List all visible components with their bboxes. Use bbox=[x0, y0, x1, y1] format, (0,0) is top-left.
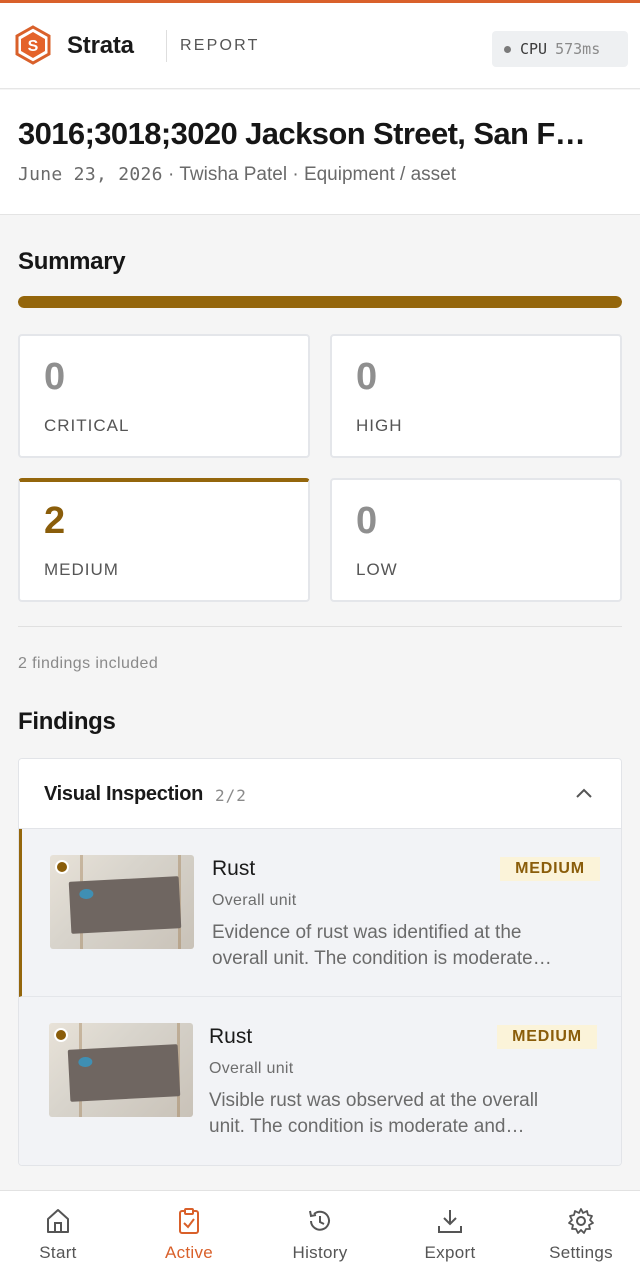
stat-value: 2 bbox=[44, 500, 66, 542]
nav-item-history[interactable]: History bbox=[256, 1191, 384, 1286]
strata-logo-icon: S bbox=[15, 25, 51, 65]
cpu-label: CPU bbox=[520, 40, 548, 58]
section-tag: REPORT bbox=[180, 37, 260, 54]
group-title: Visual Inspection bbox=[44, 783, 204, 805]
photo-detail bbox=[68, 876, 182, 934]
nav-item-start[interactable]: Start bbox=[0, 1191, 122, 1286]
photo-detail bbox=[67, 1044, 181, 1102]
nav-item-active[interactable]: Active bbox=[125, 1191, 253, 1286]
stat-label: LOW bbox=[356, 560, 398, 579]
nav-label: History bbox=[292, 1243, 348, 1262]
finding-photo[interactable] bbox=[50, 855, 194, 949]
summary-progress-fill bbox=[18, 296, 622, 308]
report-inspector: · Twisha Patel · bbox=[162, 164, 304, 185]
clipboard-check-icon bbox=[179, 1208, 199, 1234]
stat-label: CRITICAL bbox=[44, 416, 130, 435]
stat-label: HIGH bbox=[356, 416, 403, 435]
svg-text:S: S bbox=[28, 38, 39, 55]
group-count: 2/2 bbox=[215, 786, 247, 805]
description-line: unit. The condition is moderate and… bbox=[209, 1116, 525, 1137]
header-divider bbox=[166, 30, 167, 62]
page-title: 3016;3018;3020 Jackson Street, San F… bbox=[18, 116, 586, 151]
stat-value: 0 bbox=[356, 356, 378, 398]
group-header-visual-inspection[interactable]: Visual Inspection 2/2 bbox=[19, 759, 621, 829]
finding-title: Rust bbox=[212, 857, 256, 880]
bottom-nav: Start Active History Export Settings bbox=[0, 1190, 640, 1286]
findings-panel: Visual Inspection 2/2 Rust MEDIUM Overal… bbox=[18, 758, 622, 1166]
report-date: June 23, 2026 bbox=[18, 164, 163, 185]
history-icon bbox=[309, 1210, 330, 1231]
nav-item-export[interactable]: Export bbox=[386, 1191, 514, 1286]
finding-item[interactable]: Rust MEDIUM Overall unit Visible rust wa… bbox=[19, 997, 621, 1165]
nav-label: Active bbox=[164, 1243, 214, 1262]
stat-card-high[interactable]: 0 HIGH bbox=[330, 334, 622, 458]
severity-dot-icon bbox=[54, 1028, 68, 1042]
finding-title: Rust bbox=[209, 1025, 253, 1048]
finding-location: Overall unit bbox=[212, 892, 297, 909]
description-line: overall unit. The condition is moderate… bbox=[212, 948, 552, 969]
report-meta: June 23, 2026 · Twisha Patel · Equipment… bbox=[18, 164, 456, 186]
stat-value: 0 bbox=[356, 500, 378, 542]
report-category: Equipment / asset bbox=[303, 164, 457, 185]
description-line: Visible rust was observed at the overall bbox=[209, 1090, 539, 1111]
app-header: S Strata REPORT CPU 573ms bbox=[0, 3, 640, 89]
severity-dot-icon bbox=[55, 860, 69, 874]
finding-location: Overall unit bbox=[209, 1060, 294, 1077]
gear-icon bbox=[568, 1208, 594, 1234]
download-icon bbox=[438, 1210, 462, 1233]
finding-photo[interactable] bbox=[49, 1023, 193, 1117]
nav-label: Settings bbox=[549, 1243, 613, 1262]
nav-label: Start bbox=[39, 1243, 77, 1262]
report-title-block: 3016;3018;3020 Jackson Street, San F… Ju… bbox=[0, 90, 640, 215]
finding-description: Visible rust was observed at the overall… bbox=[209, 1088, 605, 1140]
stat-card-low[interactable]: 0 LOW bbox=[330, 478, 622, 602]
stat-card-critical[interactable]: 0 CRITICAL bbox=[18, 334, 310, 458]
stat-label: MEDIUM bbox=[44, 560, 119, 579]
severity-badge: MEDIUM bbox=[500, 857, 600, 881]
findings-included-count: 2 findings included bbox=[18, 655, 159, 672]
findings-heading: Findings bbox=[18, 708, 116, 735]
finding-description: Evidence of rust was identified at the o… bbox=[212, 920, 608, 972]
summary-heading: Summary bbox=[18, 248, 126, 275]
finding-item[interactable]: Rust MEDIUM Overall unit Evidence of rus… bbox=[19, 829, 621, 997]
brand-name: Strata bbox=[67, 32, 134, 59]
description-line: Evidence of rust was identified at the bbox=[212, 922, 522, 943]
stat-card-medium[interactable]: 2 MEDIUM bbox=[18, 478, 310, 602]
summary-progress-bar bbox=[18, 296, 622, 308]
nav-item-settings[interactable]: Settings bbox=[517, 1191, 640, 1286]
cpu-badge: CPU 573ms bbox=[492, 31, 628, 67]
nav-label: Export bbox=[424, 1243, 476, 1262]
cpu-value: 573ms bbox=[555, 40, 601, 58]
section-divider bbox=[18, 626, 622, 627]
status-dot-icon bbox=[504, 45, 511, 53]
home-icon bbox=[47, 1209, 69, 1233]
stat-value: 0 bbox=[44, 356, 66, 398]
severity-badge: MEDIUM bbox=[497, 1025, 597, 1049]
chevron-up-icon[interactable] bbox=[575, 787, 593, 799]
